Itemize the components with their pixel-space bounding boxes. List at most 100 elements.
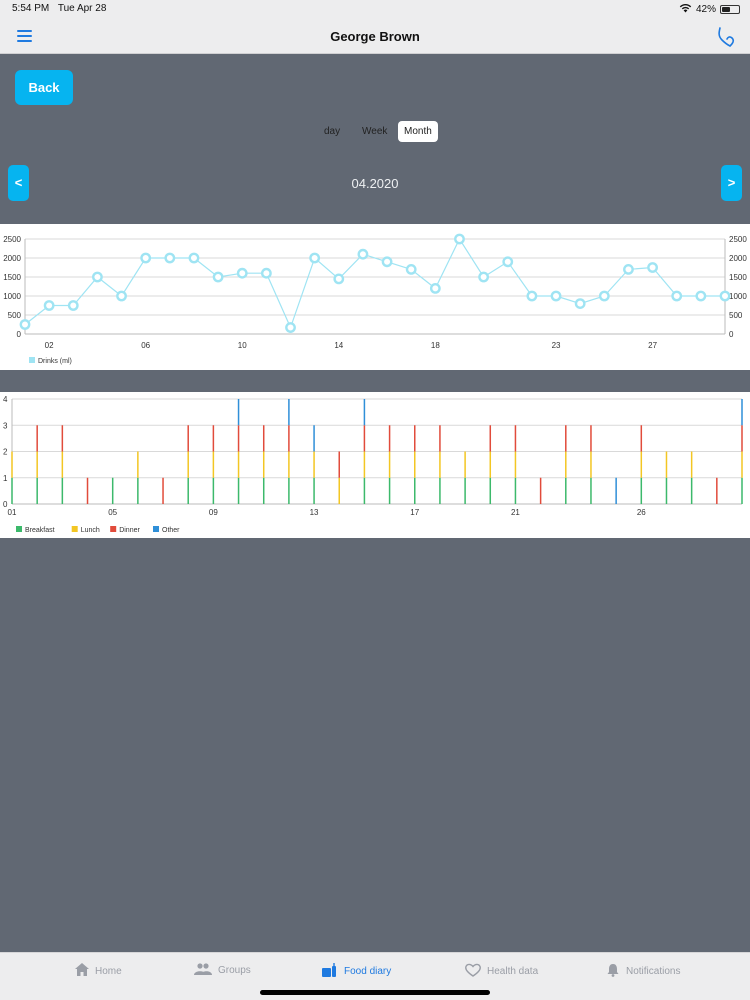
data-point-drinks — [164, 252, 176, 264]
x-tick-label: 17 — [410, 508, 419, 517]
drinks-chart-svg: 0 0 500 500 1000 1000 1500 1500 2000 2000 2500 2500… — [3, 233, 747, 365]
tab-week[interactable]: Week — [356, 121, 393, 142]
bar-dinner — [414, 425, 416, 452]
data-point-drinks — [212, 271, 224, 283]
x-tick-label: 21 — [511, 508, 520, 517]
page-title: George Brown — [330, 29, 420, 44]
y-tick-label-right: 500 — [729, 311, 743, 320]
y-tick-label: 3 — [3, 421, 8, 430]
bar-lunch — [439, 451, 441, 478]
home-indicator — [260, 990, 490, 995]
bar-dinner — [363, 425, 366, 452]
data-point-drinks — [598, 290, 610, 302]
bar-dinner — [590, 425, 592, 452]
y-tick-label-left: 0 — [17, 330, 22, 339]
bar-dinner — [514, 425, 517, 452]
tab-home[interactable]: Home — [75, 963, 122, 979]
y-tick-label-left: 500 — [8, 311, 22, 320]
bar-lunch — [288, 451, 290, 478]
tab-groups[interactable]: Groups — [194, 963, 251, 978]
bar-breakfast — [288, 477, 290, 504]
groups-icon — [194, 963, 212, 978]
bar-lunch — [187, 451, 189, 478]
data-point-drinks — [67, 300, 79, 311]
y-tick-label-left: 1500 — [3, 273, 21, 282]
bar-lunch — [36, 451, 38, 478]
bar-dinner — [741, 425, 743, 452]
y-tick-label: 1 — [3, 474, 8, 483]
series-line-drinks — [24, 237, 725, 330]
bell-icon — [606, 963, 620, 980]
bar-other — [615, 477, 617, 504]
bar-dinner — [162, 477, 164, 504]
data-point-drinks — [285, 322, 296, 333]
bar-lunch — [388, 451, 391, 478]
bar-breakfast — [414, 477, 416, 504]
bar-breakfast — [464, 477, 466, 504]
x-tick-label: 10 — [238, 341, 247, 350]
bar-breakfast — [111, 477, 114, 504]
bar-breakfast — [565, 477, 567, 504]
bar-breakfast — [388, 477, 391, 504]
data-point-drinks — [140, 252, 152, 264]
status-date: Tue Apr 28 — [57, 3, 107, 14]
data-point-drinks — [236, 267, 248, 279]
tab-health-data[interactable]: Health data — [465, 963, 538, 980]
bar-dinner — [539, 477, 542, 504]
bar-breakfast — [237, 477, 240, 504]
tab-notifications-label: Notifications — [626, 966, 681, 977]
legend-swatch-lunch — [71, 526, 78, 532]
tab-food-diary[interactable]: Food diary — [322, 963, 391, 980]
x-tick-label: 01 — [8, 508, 17, 517]
tab-food-diary-label: Food diary — [344, 966, 392, 977]
y-tick-label-right: 2500 — [729, 235, 747, 244]
bar-dinner — [237, 425, 240, 452]
bar-lunch — [363, 451, 366, 478]
tab-month[interactable]: Month — [398, 121, 438, 142]
data-point-drinks — [309, 252, 321, 264]
bar-breakfast — [665, 477, 668, 504]
x-tick-label: 02 — [45, 341, 54, 350]
data-point-drinks — [333, 273, 345, 285]
data-point-drinks — [502, 256, 514, 268]
data-point-drinks — [550, 290, 562, 302]
legend-swatch-other — [153, 526, 159, 532]
battery-icon — [720, 5, 740, 14]
data-point-drinks — [381, 256, 393, 268]
tab-notifications[interactable]: Notifications — [606, 963, 680, 980]
bar-lunch — [313, 451, 315, 478]
data-point-drinks — [623, 264, 634, 275]
bar-dinner — [716, 477, 718, 504]
bar-breakfast — [640, 477, 643, 504]
y-tick-label: 4 — [3, 395, 8, 404]
x-tick-label: 06 — [141, 341, 150, 350]
bar-lunch — [137, 451, 139, 478]
bar-lunch — [590, 451, 592, 478]
y-tick-label-right: 1500 — [729, 273, 747, 282]
tab-health-data-label: Health data — [487, 966, 539, 977]
bar-breakfast — [61, 477, 64, 504]
back-button[interactable]: Back — [15, 70, 73, 105]
legend-swatch-breakfast — [16, 526, 22, 532]
next-month-button[interactable]: > — [721, 165, 742, 201]
bar-breakfast — [363, 477, 366, 504]
bar-lunch — [514, 451, 517, 478]
date-label: 04.2020 — [351, 176, 399, 191]
bar-lunch — [464, 451, 466, 478]
y-tick-label-right: 2000 — [729, 254, 747, 263]
bar-dinner — [61, 425, 64, 452]
bar-breakfast — [313, 477, 315, 504]
bar-dinner — [262, 425, 265, 452]
bar-breakfast — [187, 477, 189, 504]
legend-swatch-drinks — [29, 357, 35, 363]
y-tick-label-right: 1000 — [729, 292, 747, 301]
bar-lunch — [61, 451, 64, 478]
data-point-drinks — [188, 252, 200, 264]
heart-icon — [465, 963, 481, 980]
bar-other — [288, 399, 290, 426]
wifi-icon — [679, 3, 692, 16]
bar-dinner — [338, 451, 340, 478]
legend-label-dinner: Dinner — [119, 527, 140, 534]
data-point-drinks — [526, 290, 538, 302]
tab-day[interactable]: day — [318, 121, 346, 142]
